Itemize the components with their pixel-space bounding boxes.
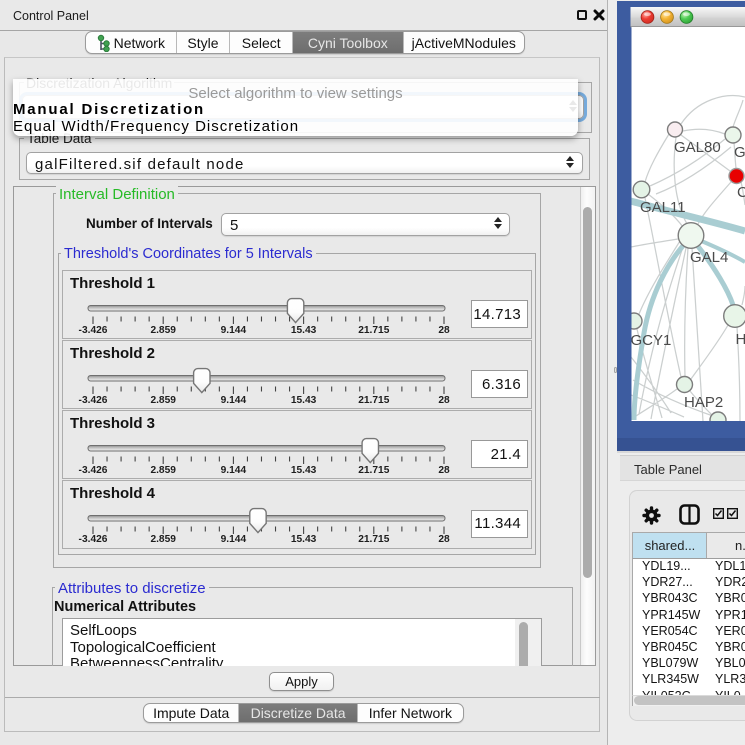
svg-text:GAL11: GAL11 [640,199,686,216]
svg-text:GAL80: GAL80 [674,139,721,156]
svg-text:GA: GA [734,144,745,161]
svg-text:GCY1: GCY1 [631,332,672,349]
svg-text:CR: CR [737,184,745,201]
svg-text:HIS: HIS [736,331,745,348]
svg-text:HAP2: HAP2 [684,394,723,411]
svg-text:GAL4: GAL4 [690,249,728,266]
